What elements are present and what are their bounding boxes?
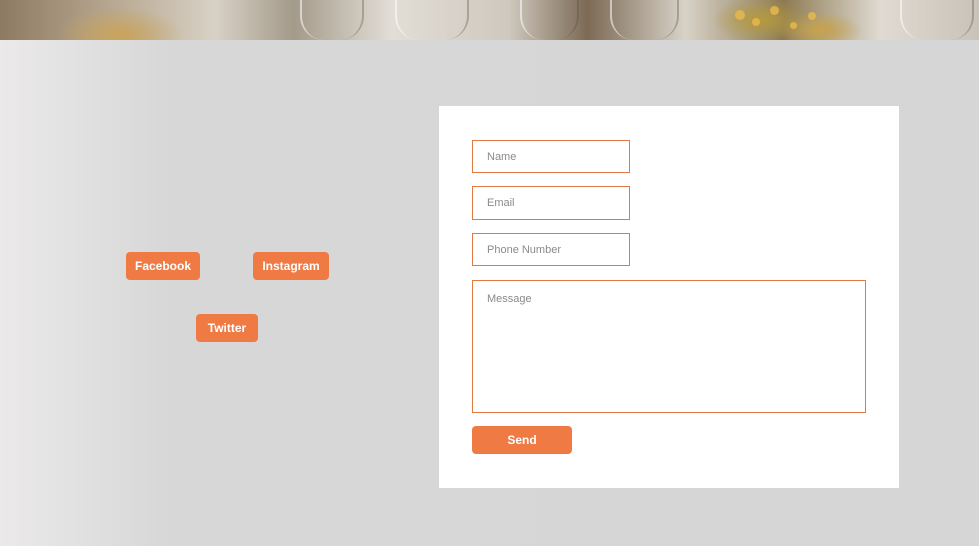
facebook-button[interactable]: Facebook <box>126 252 200 280</box>
flower-decoration <box>790 22 797 29</box>
flower-decoration <box>752 18 760 26</box>
instagram-button[interactable]: Instagram <box>253 252 329 280</box>
hero-image-strip <box>0 0 979 40</box>
send-button[interactable]: Send <box>472 426 572 454</box>
flower-decoration <box>770 6 779 15</box>
glassware-decoration <box>395 0 469 40</box>
name-field[interactable] <box>472 140 630 173</box>
glassware-decoration <box>900 0 974 40</box>
glassware-decoration <box>610 0 679 40</box>
phone-number-field[interactable] <box>472 233 630 266</box>
message-field[interactable] <box>472 280 866 413</box>
glassware-decoration <box>520 0 579 40</box>
twitter-button[interactable]: Twitter <box>196 314 258 342</box>
page: Facebook Instagram Twitter Send <box>0 0 979 546</box>
contact-form: Send <box>439 106 899 488</box>
flower-decoration <box>735 10 745 20</box>
glassware-decoration <box>300 0 364 40</box>
flower-decoration <box>808 12 816 20</box>
email-field[interactable] <box>472 186 630 220</box>
